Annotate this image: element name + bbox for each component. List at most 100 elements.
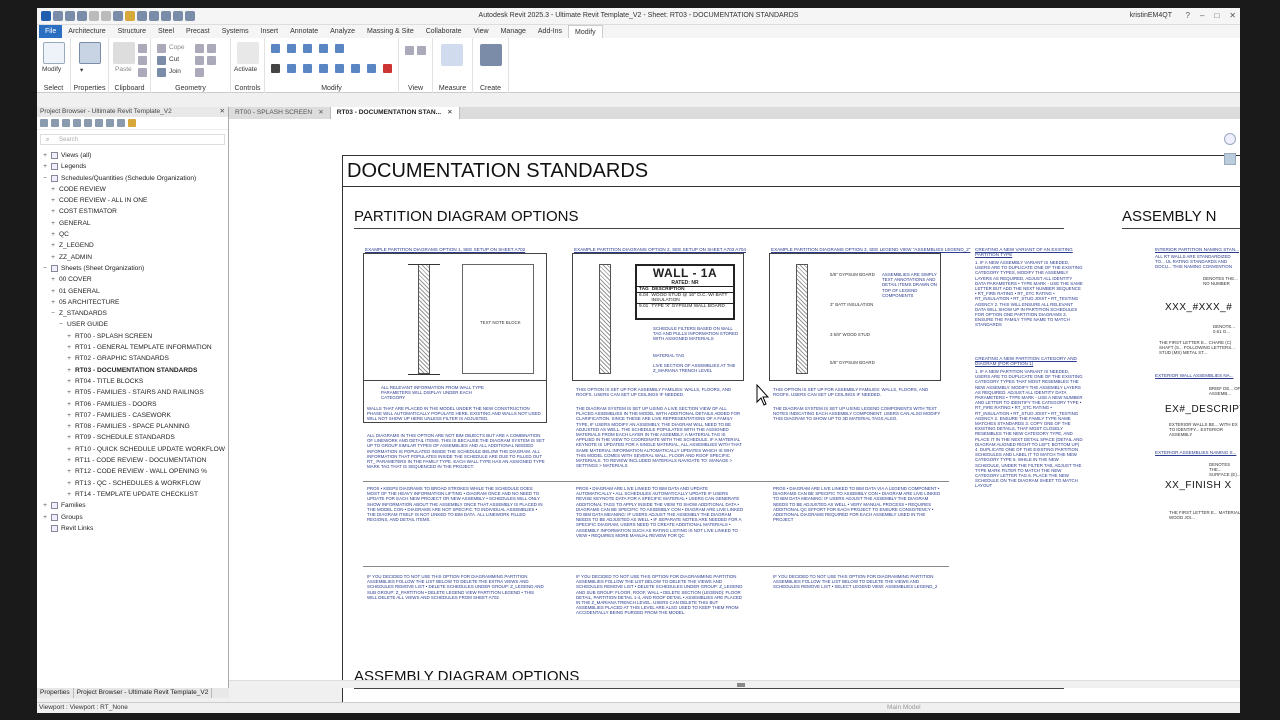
close-tab-icon[interactable]: ✕ — [447, 109, 453, 116]
tab-annotate[interactable]: Annotate — [284, 25, 324, 38]
scroll-thumb[interactable] — [737, 683, 745, 687]
mirror-axis-icon[interactable] — [303, 44, 312, 53]
view-tab[interactable]: RT00 - SPLASH SCREEN ✕ — [229, 107, 331, 119]
tree-item[interactable]: Revit Links — [37, 523, 229, 534]
tab-structure[interactable]: Structure — [112, 25, 152, 38]
split-face-icon[interactable] — [207, 44, 216, 53]
tab-view[interactable]: View — [468, 25, 495, 38]
wall-joins-icon[interactable] — [195, 44, 204, 53]
offset-icon[interactable] — [287, 44, 296, 53]
cope-icon[interactable] — [157, 44, 166, 53]
cut-icon[interactable] — [157, 56, 166, 65]
tree-item[interactable]: +00 COVER — [37, 274, 229, 285]
match-type-icon[interactable] — [138, 68, 147, 77]
expand-icon[interactable]: + — [49, 274, 57, 285]
tab-precast[interactable]: Precast — [180, 25, 216, 38]
expand-icon[interactable]: + — [65, 444, 73, 455]
expand-icon[interactable]: + — [65, 421, 73, 432]
drawing-canvas[interactable]: DOCUMENTATION STANDARDS PARTITION DIAGRA… — [229, 119, 1240, 713]
copy-icon[interactable] — [138, 44, 147, 53]
tree-item[interactable]: + RT08 - FAMILIES - SPACE PLANNING — [37, 421, 229, 432]
tree-item[interactable]: + RT07 - FAMILIES - CASEWORK — [37, 410, 229, 421]
expand-icon[interactable]: + — [65, 489, 73, 500]
tree-item[interactable]: + COST ESTIMATOR — [37, 206, 229, 217]
expand-icon[interactable]: + — [49, 184, 57, 195]
search-input[interactable]: ⌕ Search — [40, 134, 225, 145]
tree-item[interactable]: + RT13 - QC - SCHEDULES & WORKFLOW — [37, 478, 229, 489]
tab-insert[interactable]: Insert — [255, 25, 285, 38]
tree-item[interactable]: + GENERAL — [37, 218, 229, 229]
tab-collaborate[interactable]: Collaborate — [420, 25, 468, 38]
expand-icon[interactable]: + — [49, 218, 57, 229]
tree-item[interactable]: + RT00 - SPLASH SCREEN — [37, 331, 229, 342]
link-icon[interactable] — [117, 119, 125, 127]
paste-label[interactable]: Paste — [115, 66, 132, 73]
collapse-icon[interactable]: − — [57, 319, 65, 330]
browser-bottom-tab[interactable]: Project Browser - Ultimate Revit Templat… — [74, 688, 213, 698]
tab-add-ins[interactable]: Add-Ins — [532, 25, 568, 38]
expand-icon[interactable]: + — [65, 478, 73, 489]
close-icon[interactable]: ✕ — [220, 107, 225, 117]
expand-icon[interactable]: + — [65, 455, 73, 466]
expand-icon[interactable]: + — [49, 195, 57, 206]
tree-item[interactable]: + RT06 - FAMILIES - DOORS — [37, 399, 229, 410]
tab-modify[interactable]: Modify — [568, 25, 603, 38]
tree-item[interactable]: + RT03 - DOCUMENTATION STANDARDS — [37, 365, 229, 376]
tab-file[interactable]: File — [39, 25, 63, 38]
expand-icon[interactable]: + — [65, 331, 73, 342]
main-model-selector[interactable]: Main Model — [887, 703, 921, 713]
modify-arrow-icon[interactable] — [43, 42, 65, 64]
collapse-icon[interactable]: − — [41, 173, 49, 184]
tree-item[interactable]: − Sheets (Sheet Organization) — [37, 263, 229, 274]
tree-item[interactable]: +05 ARCHITECTURE — [37, 297, 229, 308]
tree-item[interactable]: +01 GENERAL — [37, 286, 229, 297]
demolish-icon[interactable] — [207, 56, 216, 65]
tab-systems[interactable]: Systems — [216, 25, 255, 38]
copy-element-icon[interactable] — [287, 64, 296, 73]
close-icon[interactable]: ✕ — [1229, 11, 1236, 20]
align-icon[interactable] — [271, 44, 280, 53]
activate-icon[interactable] — [237, 42, 259, 64]
tree-item[interactable]: + RT05 - FAMILIES - STAIRS AND RAILINGS — [37, 387, 229, 398]
tree-item[interactable]: + CODE REVIEW — [37, 184, 229, 195]
expand-icon[interactable]: + — [65, 387, 73, 398]
filter-icon[interactable] — [128, 119, 136, 127]
cope-label[interactable]: Cope — [169, 44, 185, 51]
schedule-icon[interactable] — [73, 119, 81, 127]
expand-icon[interactable]: + — [65, 365, 73, 376]
tab-steel[interactable]: Steel — [152, 25, 180, 38]
expand-icon[interactable]: + — [41, 512, 49, 523]
tree-item[interactable]: + CODE REVIEW - ALL IN ONE — [37, 195, 229, 206]
trim-icon[interactable] — [319, 64, 328, 73]
minimize-icon[interactable]: – — [1200, 11, 1204, 20]
pin-icon[interactable] — [367, 64, 376, 73]
tree-item[interactable]: + ZZ_ADMIN — [37, 252, 229, 263]
tree-item[interactable]: + QC — [37, 229, 229, 240]
tree-item[interactable]: + Families — [37, 500, 229, 511]
properties-label[interactable]: Properties — [71, 85, 108, 92]
tree-item[interactable]: + RT04 - TITLE BLOCKS — [37, 376, 229, 387]
tree-item[interactable]: + RT12 - CODE REVIEW - WALL OPENING % — [37, 466, 229, 477]
tree-item[interactable]: − USER GUIDE — [37, 319, 229, 330]
override-icon[interactable] — [417, 46, 426, 55]
tree-item[interactable]: + RT11 - CODE REVIEW - DOCUMENTATION — [37, 455, 229, 466]
expand-icon[interactable]: + — [49, 206, 57, 217]
tree-item[interactable]: + RT01 - GENERAL TEMPLATE INFORMATION — [37, 342, 229, 353]
scale-icon[interactable] — [351, 64, 360, 73]
rotate-icon[interactable] — [303, 64, 312, 73]
cut-label[interactable]: Cut — [169, 56, 179, 63]
tree-item[interactable]: − Schedules/Quantities (Schedule Organiza… — [37, 173, 229, 184]
hide-icon[interactable] — [405, 46, 414, 55]
tree-item[interactable]: + Groups — [37, 512, 229, 523]
tab-architecture[interactable]: Architecture — [62, 25, 111, 38]
tree-item[interactable]: + RT14 - TEMPLATE UPDATE CHECKLIST — [37, 489, 229, 500]
tab-analyze[interactable]: Analyze — [324, 25, 361, 38]
family-icon[interactable] — [95, 119, 103, 127]
measure-tool-icon[interactable] — [441, 44, 463, 66]
group-icon[interactable] — [106, 119, 114, 127]
zoom-icon[interactable] — [1224, 153, 1236, 165]
tree-item[interactable]: + Views (all) — [37, 150, 229, 161]
expand-icon[interactable]: + — [65, 410, 73, 421]
tab-massing-site[interactable]: Massing & Site — [361, 25, 420, 38]
legend-icon[interactable] — [84, 119, 92, 127]
